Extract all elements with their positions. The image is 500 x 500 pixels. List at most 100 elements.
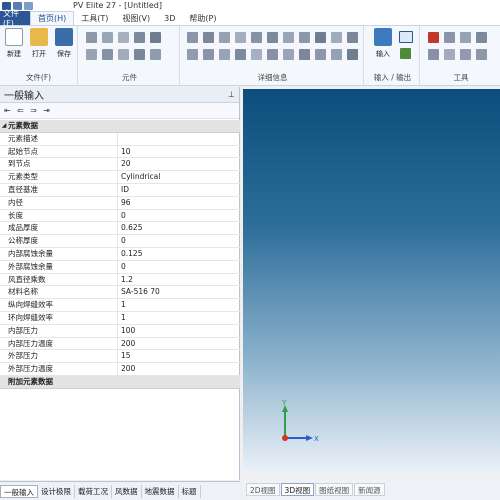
property-row[interactable]: 内径 96 <box>0 196 240 210</box>
units-icon[interactable] <box>460 32 471 43</box>
property-row[interactable]: 内部腐蚀余量 0.125 <box>0 247 240 261</box>
platform-icon[interactable] <box>251 32 262 43</box>
tab-heading[interactable]: 标题 <box>179 484 201 498</box>
lifting-lug-icon[interactable] <box>267 49 278 60</box>
input-button[interactable]: 输入 <box>372 28 394 64</box>
property-row[interactable]: 起始节点 10 <box>0 145 240 159</box>
head-icon[interactable] <box>118 32 129 43</box>
lug-icon[interactable] <box>347 32 358 43</box>
property-row[interactable]: 环向焊缝效率 1 <box>0 311 240 325</box>
tray-icon[interactable] <box>187 49 198 60</box>
property-value[interactable]: Cylindrical <box>118 171 240 183</box>
tubesheet-icon[interactable] <box>134 49 145 60</box>
property-value[interactable]: 100 <box>118 325 240 337</box>
flange-calc-icon[interactable] <box>444 49 455 60</box>
first-icon[interactable]: ⇤ <box>2 106 13 116</box>
liquid-icon[interactable] <box>315 32 326 43</box>
cone-detail-icon[interactable] <box>331 49 342 60</box>
cylinder-icon[interactable] <box>86 32 97 43</box>
component-icon[interactable] <box>428 49 439 60</box>
property-row[interactable]: 外部压力温度 200 <box>0 363 240 376</box>
property-row[interactable]: 材料名称 SA-516 70 <box>0 286 240 300</box>
property-row[interactable]: 直径基准 ID <box>0 183 240 197</box>
property-row[interactable]: 风直径乘数 1.2 <box>0 273 240 287</box>
tab-tools[interactable]: 工具(T) <box>74 11 115 25</box>
property-value[interactable]: 1 <box>118 312 240 324</box>
property-value[interactable]: 1 <box>118 299 240 311</box>
property-row[interactable]: 元素类型 Cylindrical <box>0 171 240 184</box>
property-value[interactable]: 96 <box>118 197 240 209</box>
property-row[interactable]: 公称厚度 0 <box>0 235 240 248</box>
property-value[interactable]: SA-516 70 <box>118 286 240 298</box>
property-value[interactable]: ID <box>118 184 240 196</box>
body-flange-icon[interactable] <box>134 32 145 43</box>
calculator-icon[interactable] <box>428 32 439 43</box>
skirt-icon[interactable] <box>150 32 161 43</box>
shell-icon[interactable] <box>476 49 487 60</box>
force-icon[interactable] <box>235 32 246 43</box>
tab-seismic-data[interactable]: 地震数据 <box>142 484 179 498</box>
halfpipe-icon[interactable] <box>203 49 214 60</box>
stiffener-ring-icon[interactable] <box>187 32 198 43</box>
property-value[interactable]: 10 <box>118 146 240 158</box>
collapse-icon[interactable]: ◢ <box>0 122 8 129</box>
more-details-icon[interactable] <box>347 49 358 60</box>
material-icon[interactable] <box>444 32 455 43</box>
tab-news-feed[interactable]: 新闻源 <box>354 483 385 496</box>
property-row[interactable]: 到节点 20 <box>0 158 240 172</box>
leg-icon[interactable] <box>219 49 230 60</box>
bolt-icon[interactable] <box>460 49 471 60</box>
tab-drawing-view[interactable]: 图纸视图 <box>315 483 354 496</box>
category-additional-data[interactable]: 附加元素数据 <box>0 375 240 389</box>
cc-icon[interactable] <box>399 31 413 43</box>
save-button[interactable]: 保存 <box>53 28 75 64</box>
next-icon[interactable]: ⇒ <box>28 106 39 116</box>
tab-general-input[interactable]: 一般输入 <box>0 484 38 498</box>
property-row[interactable]: 外部腐蚀余量 0 <box>0 260 240 274</box>
new-button[interactable]: 新建 <box>3 28 25 64</box>
wind-icon[interactable] <box>299 49 310 60</box>
property-value[interactable]: 15 <box>118 350 240 362</box>
clip-icon[interactable] <box>235 49 246 60</box>
trunnion-icon[interactable] <box>315 49 326 60</box>
tab-file[interactable]: 文件(F) <box>0 9 30 28</box>
jacket-icon[interactable] <box>283 49 294 60</box>
nozzle-icon[interactable] <box>86 49 97 60</box>
property-value[interactable]: 200 <box>118 363 240 375</box>
category-element-data[interactable]: ◢ 元素数据 <box>0 120 240 133</box>
property-value[interactable]: 0 <box>118 261 240 273</box>
property-row[interactable]: 成品厚度 0.625 <box>0 222 240 236</box>
tab-load-cases[interactable]: 载荷工况 <box>75 484 112 498</box>
tab-2d-view[interactable]: 2D视图 <box>246 483 280 496</box>
last-icon[interactable]: ⇥ <box>41 106 52 116</box>
property-value[interactable] <box>118 133 240 145</box>
tab-3d-view[interactable]: 3D视图 <box>280 483 315 496</box>
tab-home[interactable]: 首页(H) <box>30 11 75 25</box>
tab-wind-data[interactable]: 风数据 <box>112 484 142 498</box>
welded-flat-icon[interactable] <box>102 49 113 60</box>
config-icon[interactable] <box>476 32 487 43</box>
prev-icon[interactable]: ⇐ <box>15 106 26 116</box>
property-value[interactable]: 0.125 <box>118 248 240 260</box>
bellows-icon[interactable] <box>118 49 129 60</box>
property-value[interactable]: 0 <box>118 210 240 222</box>
property-value[interactable]: 200 <box>118 338 240 350</box>
flange-icon[interactable] <box>150 49 161 60</box>
output-icon[interactable] <box>400 48 411 59</box>
property-row[interactable]: 长度 0 <box>0 209 240 223</box>
property-row[interactable]: 元素描述 <box>0 132 240 146</box>
weight-icon[interactable] <box>219 32 230 43</box>
property-row[interactable]: 外部压力 15 <box>0 350 240 364</box>
cone-icon[interactable] <box>102 32 113 43</box>
property-value[interactable]: 0.625 <box>118 222 240 234</box>
tab-3d[interactable]: 3D <box>157 11 182 25</box>
tab-help[interactable]: 帮助(P) <box>182 11 223 25</box>
saddle-icon[interactable] <box>331 32 342 43</box>
property-row[interactable]: 内部压力温度 200 <box>0 337 240 351</box>
open-button[interactable]: 打开 <box>28 28 50 64</box>
tab-view[interactable]: 视图(V) <box>115 11 157 25</box>
ring-girder-icon[interactable] <box>251 49 262 60</box>
packing-icon[interactable] <box>267 32 278 43</box>
pin-icon[interactable]: ⊥ <box>228 90 235 99</box>
property-row[interactable]: 内部压力 100 <box>0 324 240 338</box>
